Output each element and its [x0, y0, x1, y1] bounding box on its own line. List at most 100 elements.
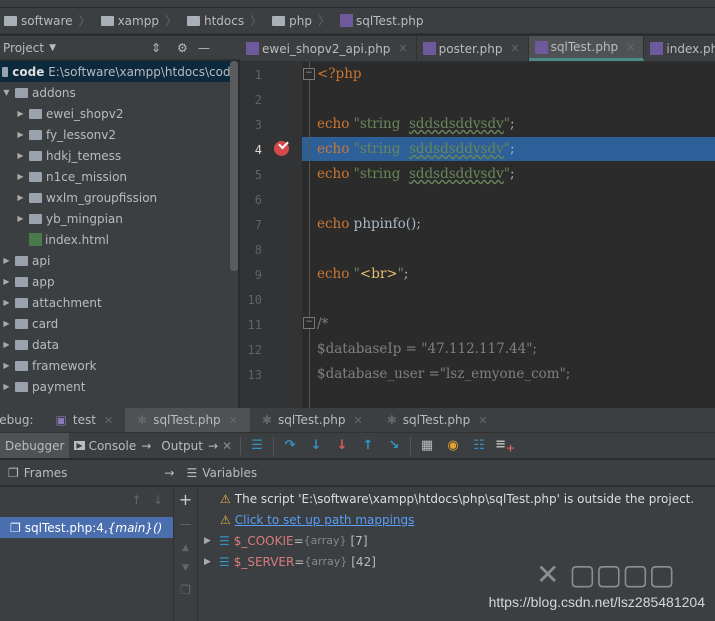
tab-poster-php[interactable]: poster.php ✕ [417, 36, 529, 61]
close-tab-icon[interactable]: ✕ [353, 414, 362, 427]
list-icon[interactable]: ☷ [466, 438, 492, 453]
bug-icon: ✱ [261, 413, 272, 427]
breadcrumb-item[interactable]: xampp [100, 13, 159, 28]
pin-icon[interactable]: → [164, 466, 174, 480]
collapse-all-icon[interactable]: ⇕ [151, 41, 161, 55]
output-tab[interactable]: Output → ✕ [156, 433, 237, 458]
folder-icon [2, 66, 9, 77]
fold-icon[interactable]: − [303, 68, 315, 80]
tree-item-label: framework [32, 358, 97, 373]
debug-session-tab[interactable]: ✱ sqlTest.php ✕ [125, 408, 250, 432]
tree-item[interactable]: index.html [0, 229, 238, 250]
tree-item[interactable]: ▶ fy_lessonv2 [0, 124, 238, 145]
debug-session-tab[interactable]: ▣ test ✕ [44, 408, 126, 432]
expand-arrow-icon[interactable]: ▶ [204, 557, 211, 567]
chevron-right-icon[interactable]: ▶ [16, 214, 25, 223]
chevron-right-icon[interactable]: ▶ [2, 277, 11, 286]
move-up-icon[interactable]: ▲ [174, 543, 197, 553]
equals: = [293, 533, 304, 548]
frame-item[interactable]: ❐ sqlTest.php:4, {main}() [0, 517, 173, 538]
tree-item[interactable]: ▶ card [0, 313, 238, 334]
tree-root[interactable]: code E:\software\xampp\htdocs\code [0, 61, 238, 82]
tree-item[interactable]: ▼ addons [0, 82, 238, 103]
project-view-dropdown[interactable]: Project [3, 41, 44, 55]
chevron-right-icon[interactable]: ▶ [2, 361, 11, 370]
fold-icon[interactable]: − [303, 317, 315, 329]
breadcrumb-separator-icon: 〉 [250, 14, 263, 28]
tree-item[interactable]: ▶ wxlm_groupfission [0, 187, 238, 208]
add-icon[interactable]: + [174, 490, 197, 509]
close-tab-icon[interactable]: ✕ [104, 414, 113, 427]
breadcrumb-item[interactable]: sqlTest.php [339, 14, 423, 28]
code-line: echo phpinfo(); [317, 216, 421, 232]
copy-icon[interactable]: ❐ [174, 583, 197, 597]
close-tab-icon[interactable]: ✕ [478, 414, 487, 427]
php-icon[interactable]: ◉ [440, 438, 466, 453]
tab-label: poster.php [438, 41, 503, 56]
tree-item[interactable]: ▶ n1ce_mission [0, 166, 238, 187]
chevron-down-icon[interactable]: ▼ [49, 43, 56, 53]
chevron-right-icon[interactable]: ▶ [16, 172, 25, 181]
force-step-into-icon[interactable]: ↓ [329, 438, 355, 453]
tree-item[interactable]: ▶ payment [0, 376, 238, 397]
close-tab-icon[interactable]: ✕ [626, 41, 635, 54]
breadcrumb-item[interactable]: htdocs [186, 14, 244, 28]
tree-item[interactable]: ▶ hdkj_temess [0, 145, 238, 166]
tree-item[interactable]: ▶ attachment [0, 292, 238, 313]
chevron-right-icon[interactable]: ▶ [2, 382, 11, 391]
tree-item[interactable]: ▶ yb_mingpian [0, 208, 238, 229]
code-token: echo [317, 266, 354, 282]
gear-icon[interactable]: ⚙ [177, 41, 188, 55]
run-to-cursor-icon[interactable]: ↘ [381, 438, 407, 453]
arrow-up-icon[interactable]: ↑ [131, 493, 141, 507]
move-down-icon[interactable]: ▼ [174, 563, 197, 573]
arrow-down-icon[interactable]: ↓ [153, 493, 163, 507]
tab-ewei_shopv2_api-php[interactable]: ewei_shopv2_api.php ✕ [240, 36, 417, 61]
chevron-right-icon[interactable]: ▶ [2, 298, 11, 307]
divider [410, 436, 412, 455]
chevron-right-icon[interactable]: ▶ [16, 130, 25, 139]
folder-icon [29, 171, 42, 182]
project-scrollbar[interactable] [230, 61, 238, 271]
breadcrumb-item[interactable]: software [4, 14, 73, 28]
chevron-right-icon[interactable]: ▶ [2, 256, 11, 265]
debugger-tab[interactable]: Debugger [0, 433, 70, 458]
tree-item[interactable]: ▶ framework [0, 355, 238, 376]
debug-session-tab[interactable]: ✱ sqlTest.php ✕ [375, 408, 500, 432]
add-watch-icon[interactable]: ≡+ [492, 437, 518, 455]
chevron-down-icon[interactable]: ▼ [2, 88, 11, 97]
show-execution-point-icon[interactable]: ☰ [244, 438, 270, 453]
tree-item[interactable]: ▶ app [0, 271, 238, 292]
code-line: echo "string sddsdsddvsdv"; [317, 141, 519, 157]
path-mappings-link[interactable]: Click to set up path mappings [235, 513, 415, 527]
chevron-right-icon[interactable]: ▶ [16, 109, 25, 118]
code-token: "string [353, 166, 409, 182]
close-tab-icon[interactable]: ✕ [398, 42, 407, 55]
hide-icon[interactable]: — [198, 41, 210, 55]
tab-label: ewei_shopv2_api.php [262, 41, 391, 56]
chevron-right-icon[interactable]: ▶ [2, 340, 11, 349]
chevron-right-icon[interactable]: ▶ [16, 193, 25, 202]
close-tab-icon[interactable]: ✕ [510, 42, 519, 55]
variable-row[interactable]: ▶ ☰ $_COOKIE = {array} [7] [198, 530, 715, 551]
breadcrumb-item[interactable]: php [272, 14, 312, 28]
breakpoint-icon[interactable] [274, 141, 289, 156]
step-over-icon[interactable]: ↷ [277, 438, 303, 453]
evaluate-expression-icon[interactable]: ▦ [414, 438, 440, 453]
debug-session-tab[interactable]: ✱ sqlTest.php ✕ [250, 408, 375, 432]
tree-item[interactable]: ▶ ewei_shopv2 [0, 103, 238, 124]
tab-sqlTest-php[interactable]: sqlTest.php ✕ [528, 36, 645, 61]
tab-index-php[interactable]: index.php [644, 36, 715, 61]
console-tab[interactable]: ▶ Console → [69, 433, 156, 458]
expand-arrow-icon[interactable]: ▶ [204, 536, 211, 546]
close-tab-icon[interactable]: ✕ [229, 414, 238, 427]
breadcrumb-label: xampp [117, 13, 159, 28]
tree-item[interactable]: ▶ api [0, 250, 238, 271]
step-into-icon[interactable]: ↓ [303, 438, 329, 453]
tree-item[interactable]: ▶ data [0, 334, 238, 355]
chevron-right-icon[interactable]: ▶ [2, 319, 11, 328]
chevron-right-icon[interactable]: ▶ [16, 151, 25, 160]
step-out-icon[interactable]: ↑ [355, 438, 381, 453]
remove-icon[interactable]: — [174, 517, 197, 531]
close-icon[interactable]: ✕ [222, 439, 232, 453]
